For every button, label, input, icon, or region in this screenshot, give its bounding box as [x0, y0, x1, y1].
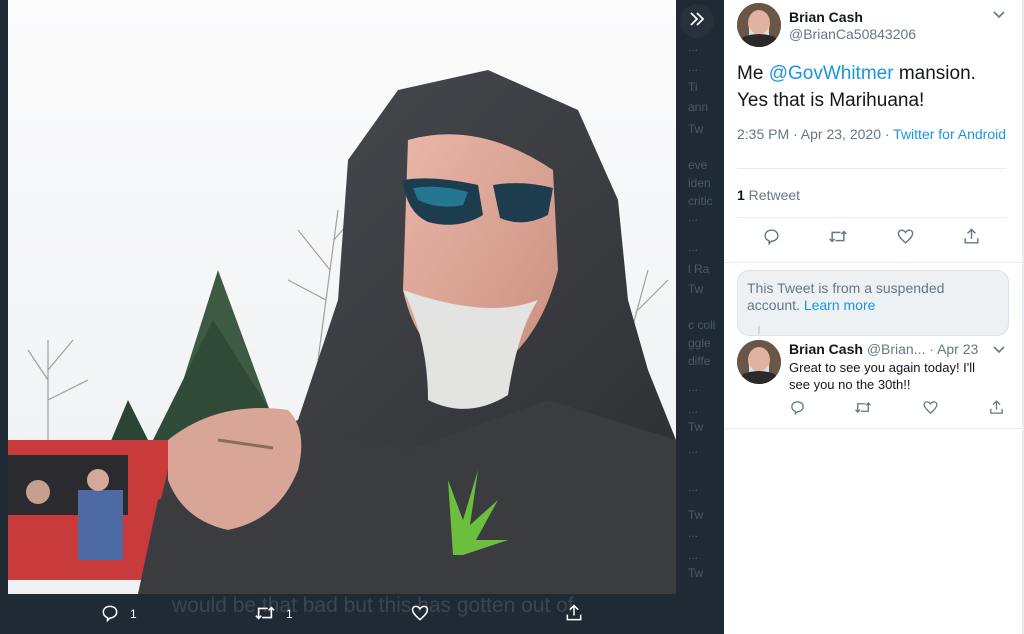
retweet-icon — [854, 399, 872, 421]
tweet-detail-panel: Brian Cash @BrianCa50843206 Me @GovWhitm… — [724, 0, 1024, 634]
media-reply-button[interactable]: 1 — [100, 602, 137, 626]
expand-right-icon — [687, 9, 707, 34]
divider — [724, 262, 1024, 263]
background-fragment: iden — [688, 176, 711, 190]
thread-line — [758, 326, 760, 334]
tweet-source-link[interactable]: Twitter for Android — [893, 126, 1006, 142]
reply-share-button[interactable] — [986, 400, 1006, 420]
background-fragment: ... — [688, 240, 699, 254]
chevron-down-icon — [992, 9, 1006, 26]
media-like-button[interactable] — [410, 602, 430, 626]
retweet-icon — [254, 603, 276, 626]
reply-separator: · — [925, 341, 938, 357]
mention-link[interactable]: @GovWhitmer — [769, 63, 894, 84]
chevron-down-icon — [992, 344, 1006, 361]
tweet-menu-button[interactable] — [992, 8, 1006, 27]
like-icon — [922, 399, 939, 421]
divider — [737, 168, 1006, 169]
tweet-text-before: Me — [737, 63, 769, 84]
background-fragment: l Ra — [688, 262, 710, 276]
background-fragment: ann — [688, 100, 709, 114]
reply-retweet-button[interactable] — [853, 400, 873, 420]
retweet-button[interactable] — [828, 229, 848, 249]
author-handle[interactable]: @BrianCa50843206 — [789, 26, 916, 42]
share-button[interactable] — [961, 227, 981, 251]
background-fragment: c coll — [688, 318, 716, 332]
background-fragment: eve — [688, 158, 708, 172]
tweet-time[interactable]: 2:35 PM · Apr 23, 2020 · — [737, 126, 893, 142]
reply-icon — [762, 227, 781, 251]
background-fragment: ... — [688, 402, 699, 416]
retweet-stat-label: Retweet — [744, 187, 801, 203]
background-fragment: ... — [688, 60, 699, 74]
background-fragment: Tw — [688, 420, 704, 434]
share-icon — [962, 227, 981, 251]
reply-date[interactable]: Apr 23 — [937, 341, 978, 357]
media-share-button[interactable] — [564, 602, 584, 626]
background-fragment: Tw — [688, 282, 704, 296]
background-fragment: ... — [688, 210, 699, 224]
reply-header: Brian Cash @Brian... · Apr 23 — [789, 341, 978, 357]
reply-icon — [789, 399, 806, 421]
reply-avatar[interactable] — [737, 340, 781, 384]
divider — [724, 428, 1024, 429]
retweet-icon — [828, 227, 848, 251]
suspended-account-notice: This Tweet is from a suspended account. … — [737, 270, 1009, 336]
tweet-text: Me @GovWhitmer mansion. Yes that is Mari… — [737, 60, 1009, 114]
background-fragment: ... — [688, 442, 699, 456]
background-fragment: ... — [688, 380, 699, 394]
background-fragment: critic — [688, 194, 713, 208]
like-button[interactable] — [895, 229, 915, 249]
share-icon — [564, 603, 584, 626]
background-fragment: diffe — [688, 354, 711, 368]
divider — [737, 217, 1006, 218]
avatar[interactable] — [737, 3, 781, 47]
media-viewer: ... Ti ann Tw eve iden critic... l Ra Tw c coll gg… — [0, 0, 724, 634]
retweet-stat-number: 1 — [737, 187, 745, 203]
like-icon — [896, 227, 915, 251]
background-fragment: ... — [688, 548, 699, 562]
reply-menu-button[interactable] — [992, 343, 1006, 362]
share-icon — [988, 399, 1005, 421]
background-fragment: ggle — [688, 336, 711, 350]
background-fragment: ... — [688, 40, 699, 54]
reply-reply-button[interactable] — [787, 400, 807, 420]
reply-author-name[interactable]: Brian Cash — [789, 341, 863, 357]
background-fragment: ... — [688, 526, 699, 540]
retweet-stats[interactable]: 1 Retweet — [737, 187, 800, 203]
tweet-photo — [8, 0, 676, 594]
media-reply-count: 1 — [130, 607, 137, 621]
reply-text: Great to see you again today! I'll see y… — [789, 360, 976, 392]
background-fragment: Tw — [688, 508, 704, 522]
background-fragment: Tw — [688, 122, 704, 136]
author-name[interactable]: Brian Cash — [789, 9, 863, 25]
learn-more-link[interactable]: Learn more — [804, 297, 876, 313]
media-action-bar: 1 1 — [0, 594, 724, 634]
background-fragment: Tw — [688, 566, 704, 580]
reply-like-button[interactable] — [920, 400, 940, 420]
media-retweet-button[interactable]: 1 — [254, 602, 293, 626]
like-icon — [410, 603, 430, 626]
reply-icon — [100, 603, 120, 626]
media-retweet-count: 1 — [286, 607, 293, 621]
reply-author-handle[interactable]: @Brian... — [867, 341, 926, 357]
background-fragment: ... — [688, 480, 699, 494]
reply-button[interactable] — [761, 229, 781, 249]
collapse-button[interactable] — [680, 4, 714, 38]
tweet-timestamp: 2:35 PM · Apr 23, 2020 · Twitter for And… — [737, 126, 1009, 143]
background-fragment: Ti — [688, 80, 698, 94]
